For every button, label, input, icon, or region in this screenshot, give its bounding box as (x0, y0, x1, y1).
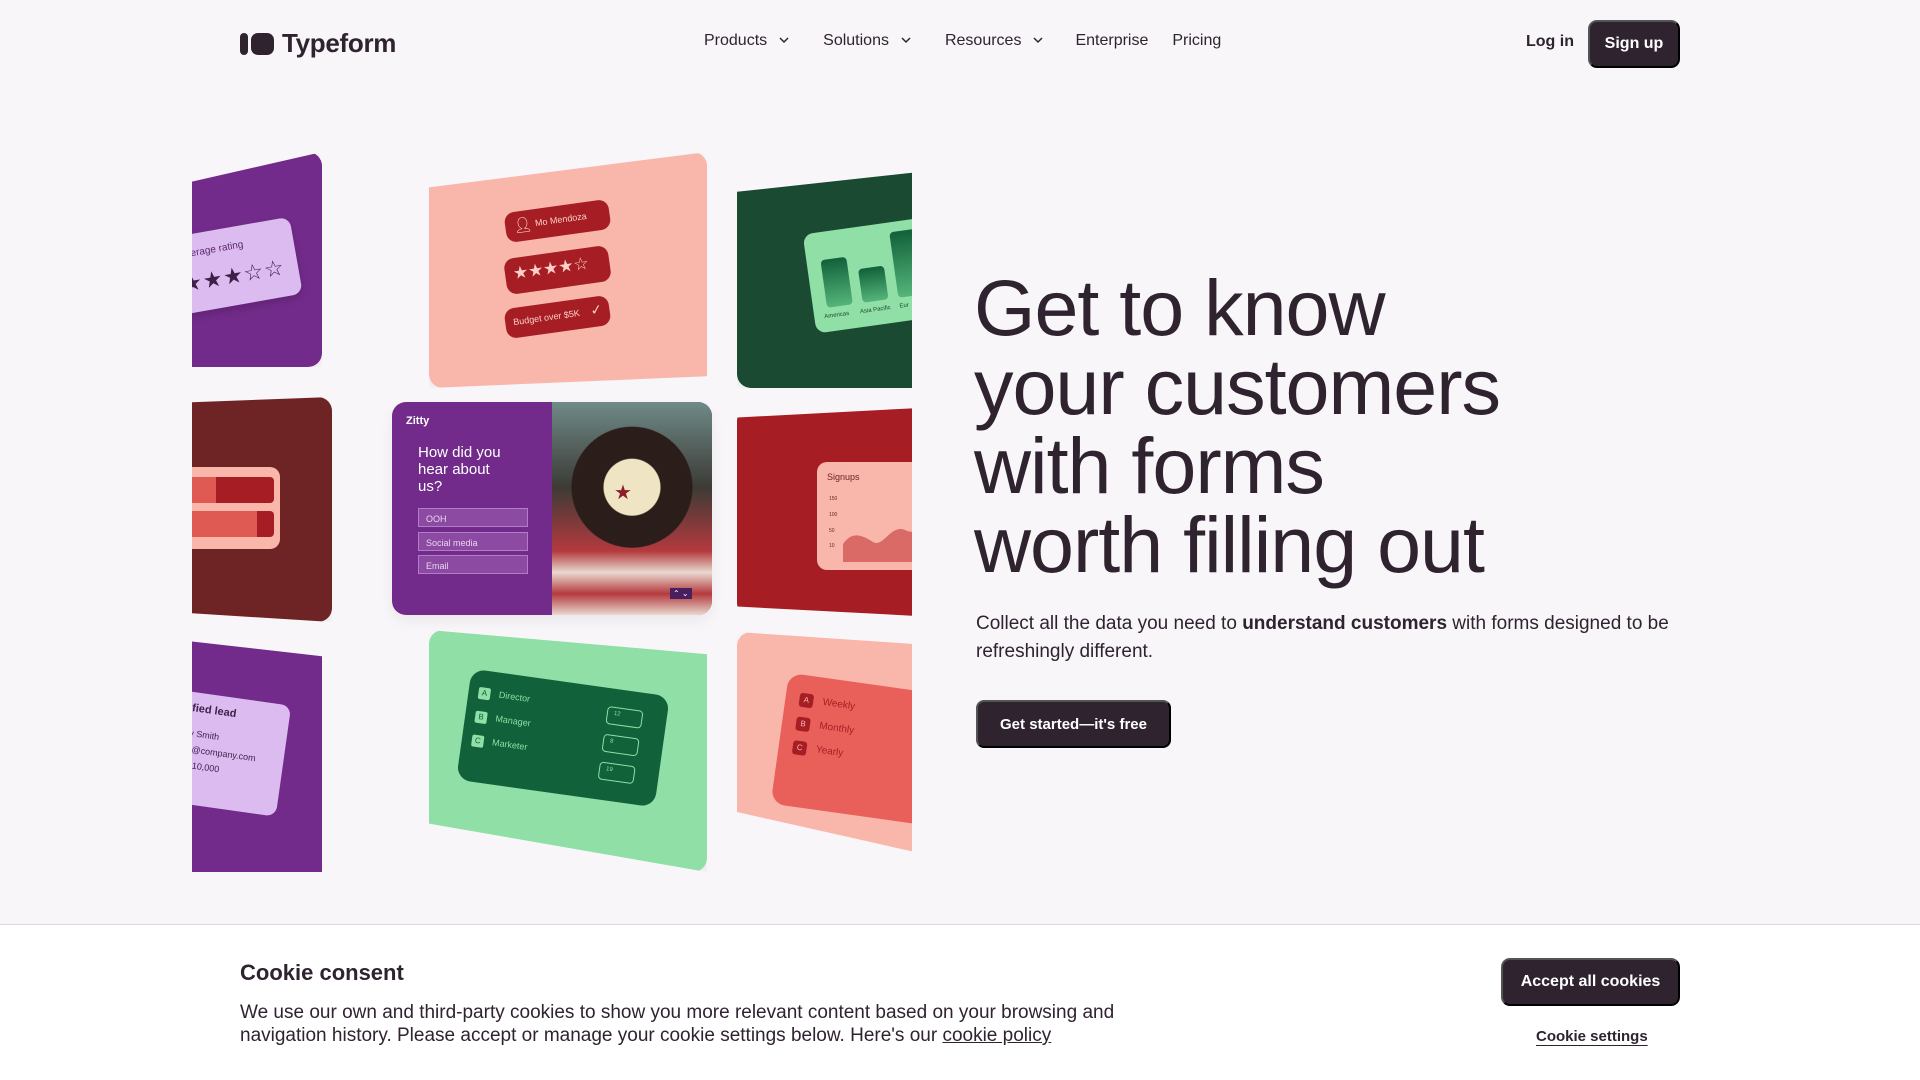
rating-panel: Average rating ★★★☆☆ (192, 216, 303, 316)
chevron-down-icon (779, 37, 789, 44)
frequency-option: B Monthly (795, 712, 855, 738)
cookie-consent-banner: Cookie consent We use our own and third-… (0, 924, 1920, 1080)
lead-line: arey Smith (192, 726, 220, 742)
checkmark-icon: ✓ (589, 300, 604, 319)
role-option: B Manager (474, 706, 532, 732)
top-navigation: Typeform Products Solutions Resources En… (0, 0, 1920, 86)
y-tick: 10 (829, 543, 835, 549)
typeform-logo[interactable]: Typeform (240, 28, 396, 59)
zitty-question: How did you hear about us? (418, 444, 501, 495)
nav-item-pricing[interactable]: Pricing (1172, 32, 1221, 50)
cookie-settings-link[interactable]: Cookie settings (1536, 1028, 1648, 1045)
nav-item-resources[interactable]: Resources (945, 32, 1043, 50)
hero-title-line: Get to know (974, 263, 1386, 352)
nav-item-enterprise[interactable]: Enterprise (1075, 32, 1148, 50)
signup-button[interactable]: Sign up (1588, 20, 1680, 68)
star-rating-icon: ★★★☆☆ (192, 254, 287, 298)
chart-panel: Americas Asia Pacific Eur (802, 216, 912, 334)
nav-arrows-icon: ⌃ ⌄ (670, 588, 692, 599)
nav-item-solutions[interactable]: Solutions (823, 32, 911, 50)
hero-title-line: worth filling out (974, 500, 1485, 589)
lead-panel: alified lead arey Smith arey@company.com… (192, 689, 292, 817)
role-count: 12 (605, 705, 644, 729)
lead-title: alified lead (192, 700, 238, 721)
subtitle-emphasis: understand customers (1242, 613, 1448, 634)
roles-card: A Director B Manager C Marketer 12 8 19 (429, 630, 707, 872)
nav-label: Products (704, 32, 768, 49)
person-photo: ★ ⌃ ⌄ (552, 402, 712, 615)
get-started-button[interactable]: Get started—it's free (976, 700, 1171, 748)
area-chart (843, 524, 912, 562)
nav-label: Resources (944, 32, 1022, 49)
y-tick: 50 (829, 528, 835, 534)
nav-item-products[interactable]: Products (704, 32, 789, 50)
progress-bar (192, 511, 274, 537)
typeform-logo-icon (240, 32, 274, 55)
chevron-down-icon (1033, 37, 1043, 44)
login-link[interactable]: Log in (1526, 33, 1574, 51)
option-email: Email (418, 555, 528, 574)
y-tick: 150 (829, 496, 838, 502)
user-icon: 👤︎ (512, 215, 534, 236)
option-social-media: Social media (418, 532, 528, 551)
roles-panel: A Director B Manager C Marketer 12 8 19 (456, 668, 670, 808)
role-option: C Marketer (470, 729, 529, 755)
signups-card: Signups 150 100 50 10 (737, 407, 912, 617)
accept-all-cookies-button[interactable]: Accept all cookies (1501, 958, 1680, 1006)
star-rating-icon: ★★★★☆ (511, 253, 590, 284)
role-count: 8 (601, 733, 640, 757)
cookie-title: Cookie consent (240, 960, 404, 985)
rating-label: Average rating (192, 239, 245, 262)
hero-collage: Average rating ★★★☆☆ 👤︎ Mo Mendoza ★★★★☆… (192, 152, 912, 872)
hero-title-line: with forms (974, 421, 1325, 510)
progress-bar (192, 477, 274, 503)
main-menu: Products Solutions Resources Enterprise … (704, 32, 1221, 50)
bar-chart-card: Americas Asia Pacific Eur (737, 170, 912, 388)
signups-panel: Signups 150 100 50 10 (817, 462, 912, 570)
chart-bar (889, 228, 912, 298)
chart-bar (820, 256, 853, 308)
lead-line: arey@company.com (192, 741, 257, 764)
stars-field: ★★★★☆ (503, 244, 612, 296)
frequency-panel: A Weekly B Monthly C Yearly (770, 672, 912, 828)
lead-line: ver $10,000 (192, 758, 220, 775)
chart-category-label: Eur (899, 302, 910, 310)
name-field: 👤︎ Mo Mendoza (503, 198, 612, 244)
chart-category-label: Asia Pacific (859, 305, 892, 316)
progress-bars-card (192, 397, 332, 622)
chevron-down-icon (901, 37, 911, 44)
role-count: 19 (597, 761, 636, 785)
hero-subtitle: Collect all the data you need to underst… (976, 613, 1669, 662)
budget-field: Budget over $5K ✓ (503, 294, 612, 340)
frequency-option: A Weekly (798, 689, 856, 715)
qualified-lead-card: alified lead arey Smith arey@company.com… (192, 637, 322, 872)
hero-title: Get to know your customers with forms wo… (974, 268, 1574, 584)
nav-label: Solutions (823, 32, 889, 49)
chart-bar (858, 265, 889, 303)
frequency-card: A Weekly B Monthly C Yearly (737, 632, 912, 857)
contact-card: 👤︎ Mo Mendoza ★★★★☆ Budget over $5K ✓ (429, 152, 707, 388)
zitty-brand: Zitty (406, 415, 430, 427)
nav-label: Pricing (1172, 32, 1222, 49)
frequency-option: C Yearly (791, 736, 845, 761)
bars-panel (192, 467, 280, 549)
rating-card: Average rating ★★★☆☆ (192, 152, 322, 367)
signups-title: Signups (827, 472, 860, 482)
budget-label: Budget over $5K (512, 307, 581, 328)
option-ooh: OOH (418, 508, 528, 527)
star-sticker-icon: ★ (614, 482, 632, 504)
nav-label: Enterprise (1075, 32, 1149, 49)
role-option: A Director (477, 682, 531, 707)
contact-name: Mo Mendoza (534, 210, 588, 229)
zitty-form-card: Zitty How did you hear about us? OOH Soc… (392, 402, 712, 615)
chart-category-label: Americas (823, 310, 850, 321)
cookie-policy-link[interactable]: cookie policy (942, 1025, 1051, 1046)
hero-title-line: your customers (974, 342, 1501, 431)
brand-name: Typeform (282, 28, 397, 58)
cookie-description: We use our own and third-party cookies t… (240, 1002, 1115, 1046)
y-tick: 100 (829, 512, 838, 518)
